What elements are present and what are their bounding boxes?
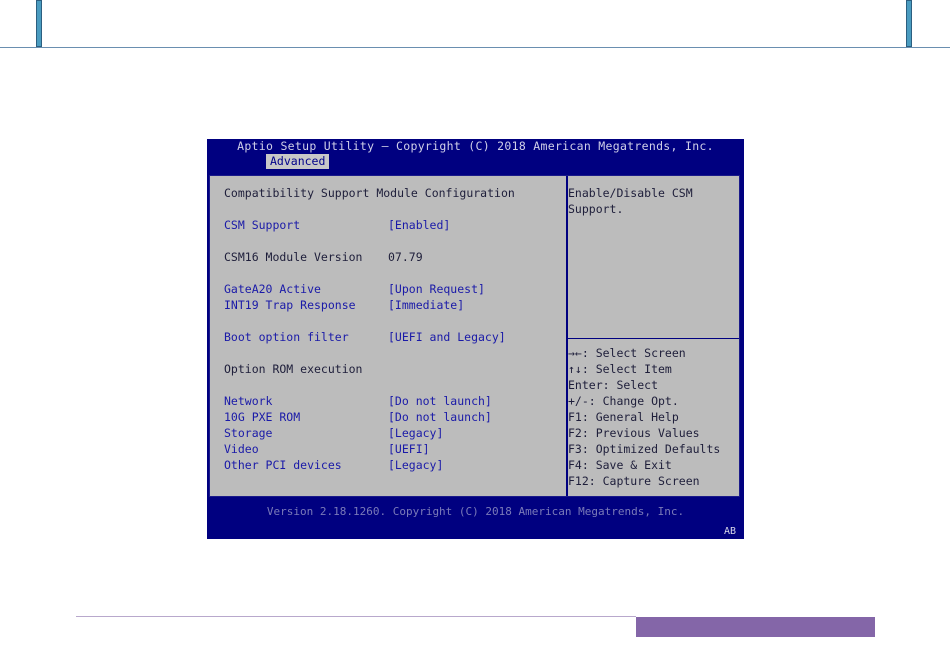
key-previous-values: F2: Previous Values xyxy=(568,426,700,440)
video-value[interactable]: [UEFI] xyxy=(388,442,430,456)
help-text-line-1: Enable/Disable CSM xyxy=(568,186,693,200)
bios-title: Aptio Setup Utility – Copyright (C) 2018… xyxy=(237,139,714,153)
int19-value[interactable]: [Immediate] xyxy=(388,298,464,312)
csm-support-value[interactable]: [Enabled] xyxy=(388,218,450,232)
key-capture-screen: F12: Capture Screen xyxy=(568,474,700,488)
option-rom-heading: Option ROM execution xyxy=(224,362,363,376)
other-pci-value[interactable]: [Legacy] xyxy=(388,458,443,472)
tab-advanced[interactable]: Advanced xyxy=(266,154,330,169)
key-optimized-defaults: F3: Optimized Defaults xyxy=(568,442,721,456)
csm16-version-label: CSM16 Module Version xyxy=(224,250,363,264)
gatea20-label[interactable]: GateA20 Active xyxy=(224,282,321,296)
storage-value[interactable]: [Legacy] xyxy=(388,426,443,440)
boot-option-filter-value[interactable]: [UEFI and Legacy] xyxy=(388,330,506,344)
key-select-screen: →←: Select Screen xyxy=(568,346,686,360)
page-footer-block xyxy=(636,617,875,637)
csm16-version-value: 07.79 xyxy=(388,250,423,264)
key-general-help: F1: General Help xyxy=(568,410,679,424)
bios-footer: Version 2.18.1260. Copyright (C) 2018 Am… xyxy=(266,505,685,518)
help-divider xyxy=(568,338,739,339)
other-pci-label[interactable]: Other PCI devices xyxy=(224,458,342,472)
pxe-rom-label[interactable]: 10G PXE ROM xyxy=(224,410,300,424)
csm-support-label[interactable]: CSM Support xyxy=(224,218,300,232)
page-footer-rule xyxy=(76,616,636,617)
page-header-left-bar xyxy=(36,0,42,47)
int19-label[interactable]: INT19 Trap Response xyxy=(224,298,356,312)
gatea20-value[interactable]: [Upon Request] xyxy=(388,282,485,296)
section-title: Compatibility Support Module Configurati… xyxy=(224,186,515,200)
key-change-opt: +/-: Change Opt. xyxy=(568,394,679,408)
page-header-rule xyxy=(0,47,950,48)
pxe-rom-value[interactable]: [Do not launch] xyxy=(388,410,492,424)
storage-label[interactable]: Storage xyxy=(224,426,272,440)
bios-badge: AB xyxy=(723,526,736,537)
bios-screen: Aptio Setup Utility – Copyright (C) 2018… xyxy=(207,139,744,539)
key-enter-select: Enter: Select xyxy=(568,378,659,392)
video-label[interactable]: Video xyxy=(224,442,259,456)
key-select-item: ↑↓: Select Item xyxy=(568,362,672,376)
page-header-right-bar xyxy=(906,0,912,47)
key-save-exit: F4: Save & Exit xyxy=(568,458,672,472)
help-text-line-2: Support. xyxy=(568,202,624,216)
network-label[interactable]: Network xyxy=(224,394,272,408)
boot-option-filter-label[interactable]: Boot option filter xyxy=(224,330,349,344)
network-value[interactable]: [Do not launch] xyxy=(388,394,492,408)
settings-panel: Compatibility Support Module Configurati… xyxy=(209,175,740,497)
